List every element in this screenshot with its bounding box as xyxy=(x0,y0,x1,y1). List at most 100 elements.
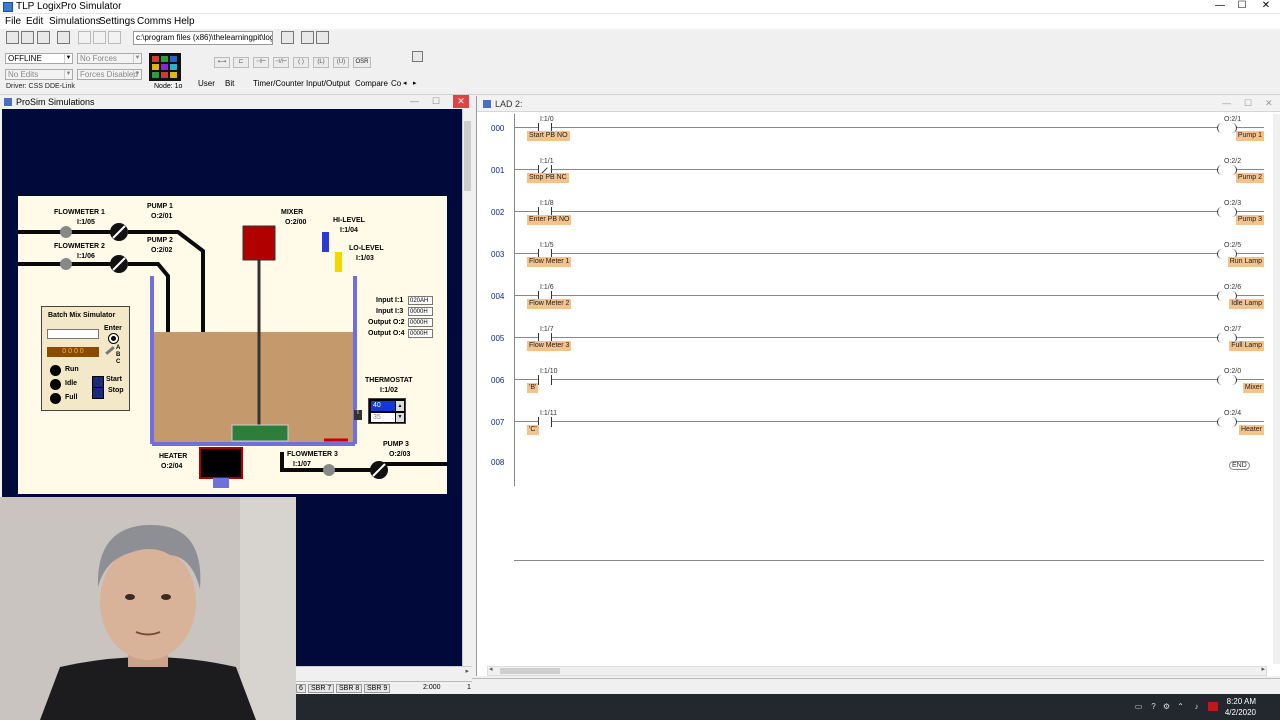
output-coil-icon[interactable] xyxy=(1217,165,1237,175)
xic-contact-icon[interactable] xyxy=(538,375,552,385)
output-coil-icon[interactable] xyxy=(1217,123,1237,133)
thermostat-setpoint[interactable]: 40 xyxy=(371,401,395,411)
lad-maximize-button[interactable]: ☐ xyxy=(1244,98,1252,109)
spin-up-icon[interactable]: ▲ xyxy=(396,401,404,411)
menu-settings[interactable]: Settings xyxy=(99,16,135,27)
tab-user[interactable]: User xyxy=(198,79,215,88)
xio-icon[interactable]: ⊣/⊢ xyxy=(273,57,289,68)
tab-6[interactable]: 6 xyxy=(296,684,306,693)
mode-select[interactable]: OFFLINE ▼ xyxy=(5,53,73,64)
spin-down-icon[interactable]: ▼ xyxy=(396,413,404,422)
print-icon[interactable] xyxy=(57,31,70,44)
prosim-vertical-scrollbar[interactable] xyxy=(462,109,472,666)
tab-scroll-right-icon[interactable]: ▸ xyxy=(413,79,417,87)
scroll-thumb[interactable] xyxy=(500,668,560,674)
prosim-close-button[interactable]: ✕ xyxy=(453,95,469,108)
scroll-left-icon[interactable]: ◂ xyxy=(489,665,493,673)
close-button[interactable]: ✕ xyxy=(1256,0,1276,13)
otu-icon[interactable]: (U) xyxy=(333,57,349,68)
speaker-icon[interactable]: ♪ xyxy=(1192,702,1201,711)
lad-horizontal-scrollbar[interactable]: ◂ ▸ xyxy=(487,666,1267,676)
settings-icon[interactable]: ⚙ xyxy=(1162,702,1171,711)
help-icon[interactable]: ? xyxy=(1149,702,1158,711)
rung-line xyxy=(514,421,1264,422)
tab-co[interactable]: Co xyxy=(391,79,401,88)
input-address: I:1/8 xyxy=(540,200,554,207)
ladder-rung[interactable]: 003 I:1/5 Flow Meter 1 O:2/5 Run Lamp xyxy=(477,240,1267,282)
prosim-horizontal-scrollbar[interactable]: ▸ xyxy=(296,666,472,678)
lad-minimize-button[interactable]: — xyxy=(1222,98,1231,108)
prosim-minimize-button[interactable]: — xyxy=(410,96,419,106)
input-symbol-label: 'B' xyxy=(527,383,539,393)
selector-c: C xyxy=(116,359,121,365)
scroll-right-icon[interactable]: ▸ xyxy=(1261,665,1265,673)
tab-scroll-left-icon[interactable]: ◂ xyxy=(403,79,407,87)
zoom-in-icon[interactable] xyxy=(301,31,314,44)
network-icon[interactable]: ▭ xyxy=(1134,702,1143,711)
ladder-rung[interactable]: 002 I:1/8 Enter PB NO O:2/3 Pump 3 xyxy=(477,198,1267,240)
copy-icon[interactable] xyxy=(93,31,106,44)
output-symbol-label: Mixer xyxy=(1242,383,1264,393)
minimize-button[interactable]: — xyxy=(1210,0,1230,13)
forces-select[interactable]: No Forces ▼ xyxy=(77,53,142,64)
maximize-button[interactable]: ☐ xyxy=(1232,0,1252,13)
edits-select[interactable]: No Edits ▼ xyxy=(5,69,73,80)
output-address: O:2/5 xyxy=(1224,242,1242,249)
menu-simulations[interactable]: Simulations xyxy=(49,16,101,27)
prosim-maximize-button[interactable]: ☐ xyxy=(432,96,440,107)
menu-edit[interactable]: Edit xyxy=(26,16,43,27)
tab-sbr-8[interactable]: SBR 8 xyxy=(336,684,363,693)
xic-icon[interactable]: ⊣⊢ xyxy=(253,57,269,68)
tab-compare[interactable]: Compare xyxy=(355,79,388,88)
ote-icon[interactable]: ( ) xyxy=(293,57,309,68)
system-clock[interactable]: 8:20 AM 4/2/2020 xyxy=(1225,696,1256,718)
branch-icon[interactable]: ⟷ xyxy=(214,57,230,68)
ladder-rung[interactable]: 001 I:1/1 Stop PB NC O:2/2 Pump 2 xyxy=(477,156,1267,198)
menu-help[interactable]: Help xyxy=(174,16,195,27)
zoom-out-icon[interactable] xyxy=(316,31,329,44)
output-address: O:2/1 xyxy=(1224,116,1242,123)
output-coil-icon[interactable] xyxy=(1217,375,1237,385)
rung-icon[interactable]: ⊏ xyxy=(233,57,249,68)
ladder-rung[interactable]: 004 I:1/6 Flow Meter 2 O:2/6 Idle Lamp xyxy=(477,282,1267,324)
output-coil-icon[interactable] xyxy=(1217,207,1237,217)
ladder-rung[interactable]: 000 I:1/0 Start PB NO O:2/1 Pump 1 xyxy=(477,114,1267,156)
project-path-field[interactable]: c:\program files (x86)\thelearningpit\lo… xyxy=(133,31,273,45)
ladder-rung[interactable]: 007 I:1/11 'C' O:2/4 Heater xyxy=(477,408,1267,450)
forces-state-select[interactable]: Forces Disabled ▼ xyxy=(77,69,142,80)
osr-button[interactable]: OSR xyxy=(353,57,371,68)
input-symbol-label: Start PB NO xyxy=(527,131,570,141)
cut-icon[interactable] xyxy=(78,31,91,44)
xic-contact-icon[interactable] xyxy=(538,417,552,427)
flowmeter3-address: I:1/07 xyxy=(293,461,311,468)
lad-close-button[interactable]: ✕ xyxy=(1265,98,1273,109)
tray-chevron-icon[interactable]: ⌃ xyxy=(1176,702,1185,711)
scroll-thumb[interactable] xyxy=(464,121,471,191)
menu-comms[interactable]: Comms xyxy=(137,16,171,27)
paste-icon[interactable] xyxy=(108,31,121,44)
ladder-rung[interactable]: 006 I:1/10 'B' O:2/0 Mixer xyxy=(477,366,1267,408)
ladder-rung[interactable]: 005 I:1/7 Flow Meter 3 O:2/7 Full Lamp xyxy=(477,324,1267,366)
pointer-icon[interactable] xyxy=(412,51,423,62)
tab-timer-counter[interactable]: Timer/Counter xyxy=(253,79,304,88)
selector-switch[interactable] xyxy=(105,346,115,355)
new-file-icon[interactable] xyxy=(6,31,19,44)
stop-button[interactable] xyxy=(92,387,104,399)
tab-sbr-9[interactable]: SBR 9 xyxy=(364,684,391,693)
output-coil-icon[interactable] xyxy=(1217,417,1237,427)
enter-button[interactable] xyxy=(108,333,119,344)
lad-vertical-scrollbar[interactable] xyxy=(1273,114,1280,664)
scroll-right-icon[interactable]: ▸ xyxy=(465,667,469,675)
office-icon[interactable] xyxy=(1208,702,1218,711)
mixer-label: MIXER xyxy=(281,209,304,216)
tools-icon[interactable] xyxy=(281,31,294,44)
open-folder-icon[interactable] xyxy=(21,31,34,44)
node-label: Node: 1o xyxy=(154,83,183,90)
tab-bit[interactable]: Bit xyxy=(225,79,234,88)
thumbwheel-display[interactable] xyxy=(47,329,99,339)
tab-input-output[interactable]: Input/Output xyxy=(306,79,350,88)
otl-icon[interactable]: (L) xyxy=(313,57,329,68)
save-icon[interactable] xyxy=(37,31,50,44)
tab-sbr-7[interactable]: SBR 7 xyxy=(308,684,335,693)
menu-file[interactable]: File xyxy=(5,16,21,27)
